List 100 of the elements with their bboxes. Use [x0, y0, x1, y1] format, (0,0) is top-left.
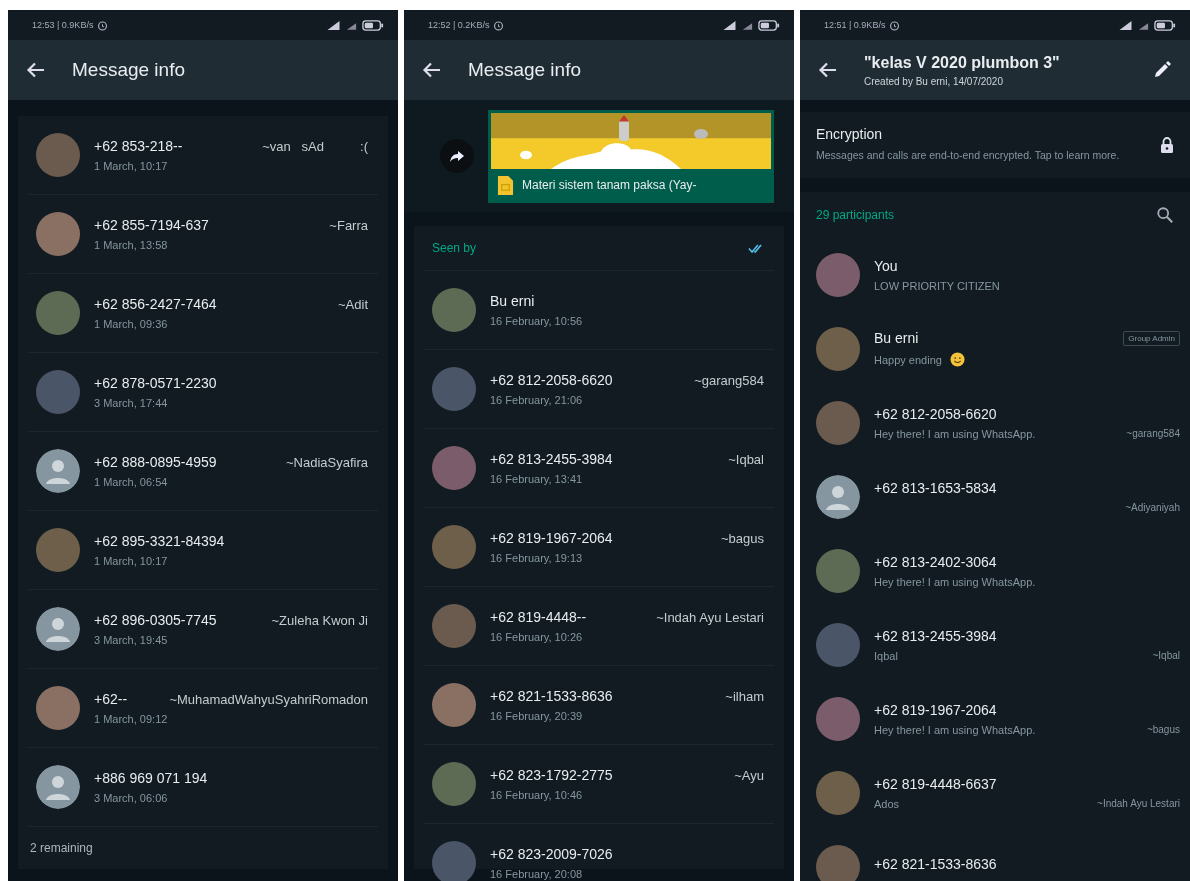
contact-push-name: ~Zuleha Kwon Ji — [271, 612, 368, 628]
avatar-photo-placeholder — [36, 133, 80, 177]
contact-name: +62 813-2455-3984 — [490, 451, 613, 467]
seen-time: 16 February, 10:26 — [490, 631, 584, 643]
encryption-description: Messages and calls are end-to-end encrypted. Tap to learn more. — [816, 148, 1121, 163]
back-arrow-icon[interactable] — [818, 60, 838, 80]
contact-name: +62 856-2427-7464 — [94, 296, 217, 312]
contact-name: +62 812-2058-6620 — [490, 372, 613, 388]
avatar-photo-placeholder — [432, 604, 476, 648]
participant-status: LOW PRIORITY CITIZEN — [874, 279, 1000, 292]
participant-name: +62 819-1967-2064 — [874, 701, 997, 718]
default-avatar-icon — [36, 607, 80, 651]
contact-push-name: ~MuhamadWahyuSyahriRomadon — [169, 691, 368, 707]
participant-status: Hey there! I am using WhatsApp. — [874, 575, 1036, 588]
avatar-photo-placeholder — [432, 762, 476, 806]
participant-status: Hey there! I am using WhatsApp. — [874, 723, 1036, 736]
contact-name: +62 853-218-- — [94, 138, 183, 154]
battery-icon — [758, 19, 780, 31]
seen-time: 16 February, 21:06 — [490, 394, 584, 406]
battery-icon — [362, 19, 384, 31]
signal-icon — [1118, 20, 1133, 30]
alarm-icon — [889, 19, 901, 31]
contact-name: +886 969 071 194 — [94, 770, 208, 786]
back-arrow-icon[interactable] — [26, 60, 46, 80]
search-icon[interactable] — [1156, 205, 1174, 224]
contact-name: +62 819-1967-2064 — [490, 530, 613, 546]
header-subtitle: Created by Bu erni, 14/07/2020 — [864, 75, 1004, 87]
header-title: "kelas V 2020 plumbon 3" — [864, 53, 1061, 72]
remaining-count: 2 remaining — [29, 840, 94, 855]
contact-name: +62 895-3321-84394 — [94, 533, 225, 549]
alarm-icon — [493, 19, 505, 31]
participant-name: +62 813-2402-3064 — [874, 553, 997, 570]
read-time: 1 March, 09:12 — [94, 713, 169, 725]
contact-name: +62 823-1792-2775 — [490, 767, 613, 783]
avatar-photo-placeholder — [816, 622, 860, 667]
document-icon — [497, 174, 514, 196]
contact-push-name: ~NadiaSyafira — [285, 454, 368, 470]
read-time: 1 March, 13:58 — [94, 239, 169, 251]
avatar-photo-placeholder — [816, 696, 860, 741]
participant-name: +62 813-1653-5834 — [874, 480, 997, 497]
seen-time: 16 February, 19:13 — [490, 552, 584, 564]
contact-name: +62 855-7194-637 — [94, 217, 209, 233]
avatar-photo-placeholder — [36, 528, 80, 572]
avatar-photo-placeholder — [816, 252, 860, 297]
seen-time: 16 February, 10:46 — [490, 789, 584, 801]
seen-time: 16 February, 13:41 — [490, 473, 584, 485]
back-arrow-icon[interactable] — [422, 60, 442, 80]
encryption-panel[interactable]: Encryption Messages and calls are end-to-end encrypted. Tap to learn more. — [800, 112, 1190, 178]
contact-push-name: ~garang584 — [694, 372, 764, 388]
contact-push-name: ~ilham — [725, 688, 764, 704]
avatar-photo-placeholder — [816, 844, 860, 881]
seen-by-heading: Seen by — [432, 241, 477, 255]
avatar-photo-placeholder — [816, 400, 860, 445]
avatar-photo-placeholder — [432, 367, 476, 411]
contact-name: +62 823-2009-7026 — [490, 846, 613, 862]
participant-status: Happy ending — [874, 353, 942, 366]
status-time: 12:52 | 0.2KB/s — [428, 20, 490, 30]
contact-push-name: ~Adit — [338, 296, 368, 312]
default-avatar-icon — [816, 474, 860, 519]
contact-name: +62 896-0305-7745 — [94, 612, 217, 628]
avatar-photo-placeholder — [432, 446, 476, 490]
participant-push-name: ~Indah Ayu Lestari — [1097, 798, 1180, 810]
avatar-photo-placeholder — [816, 770, 860, 815]
contact-name: +62 821-1533-8636 — [490, 688, 613, 704]
signal-icon — [326, 20, 341, 30]
participant-push-name: ~Iqbal — [1152, 650, 1180, 662]
message-bubble[interactable]: Materi sistem tanam paksa (Yay- — [488, 109, 774, 203]
participant-name: +62 819-4448-6637 — [874, 775, 997, 792]
avatar-photo-placeholder — [432, 683, 476, 727]
participant-status: Hey there! I am using WhatsApp. — [874, 427, 1036, 440]
read-time: 3 March, 19:45 — [94, 634, 169, 646]
seen-time: 16 February, 20:08 — [490, 868, 584, 880]
battery-icon — [1154, 19, 1176, 31]
contact-push-name: ~bagus — [721, 530, 764, 546]
read-time: 3 March, 06:06 — [94, 792, 169, 804]
avatar-photo-placeholder — [36, 291, 80, 335]
contact-push-name: ~van sAd :( — [262, 138, 368, 154]
header-title: Message info — [468, 59, 582, 81]
contact-name: +62 888-0895-4959 — [94, 454, 217, 470]
read-time: 1 March, 06:54 — [94, 476, 169, 488]
header-title: Message info — [72, 59, 186, 81]
pencil-icon[interactable] — [1152, 60, 1172, 80]
status-time: 12:51 | 0.9KB/s — [824, 20, 886, 30]
contact-push-name: ~Iqbal — [728, 451, 764, 467]
seen-time: 16 February, 20:39 — [490, 710, 584, 722]
read-time: 1 March, 10:17 — [94, 160, 169, 172]
avatar-photo-placeholder — [816, 326, 860, 371]
participant-push-name: ~bagus — [1146, 724, 1180, 736]
contact-push-name: ~Indah Ayu Lestari — [656, 609, 764, 625]
avatar-photo-placeholder — [36, 370, 80, 414]
forward-button[interactable] — [440, 139, 474, 173]
seen-time: 16 February, 10:56 — [490, 315, 584, 327]
participant-status: Ados — [874, 797, 900, 810]
participant-push-name: ~Adiyaniyah — [1125, 502, 1180, 514]
read-time: 1 March, 10:17 — [94, 555, 169, 567]
encryption-title: Encryption — [816, 126, 884, 142]
contact-name: +62-- — [94, 691, 128, 707]
contact-name: Bu erni — [490, 293, 535, 309]
forward-arrow-icon — [449, 148, 465, 164]
signal-icon — [722, 20, 737, 30]
